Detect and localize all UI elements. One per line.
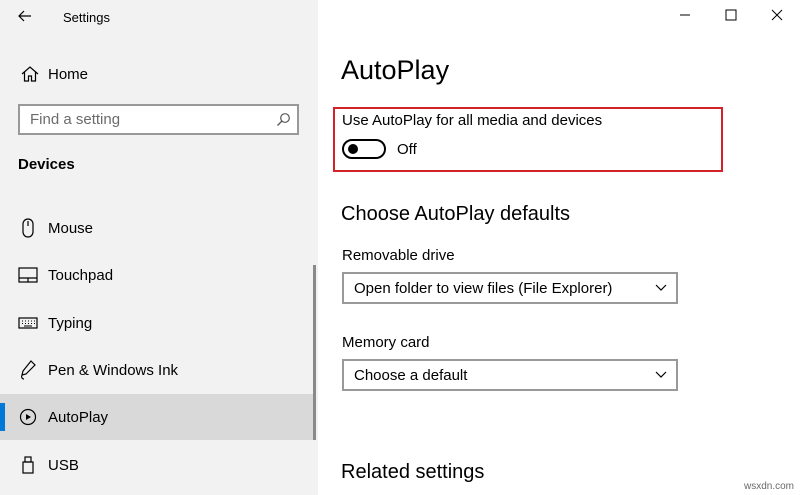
sidebar-item-label: Pen & Windows Ink	[48, 361, 179, 379]
keyboard-icon	[16, 317, 40, 329]
chevron-down-icon	[646, 284, 676, 292]
sidebar-item-label: Touchpad	[48, 266, 114, 284]
maximize-icon	[725, 8, 737, 26]
selection-indicator	[0, 403, 5, 431]
search-input[interactable]	[20, 105, 269, 134]
mouse-icon	[16, 218, 40, 238]
removable-drive-dropdown[interactable]: Open folder to view files (File Explorer…	[342, 272, 678, 304]
sidebar-item-label: Mouse	[48, 219, 94, 237]
removable-drive-label: Removable drive	[342, 247, 455, 264]
touchpad-icon	[16, 267, 40, 283]
sidebar-item-mouse[interactable]: Mouse	[0, 205, 316, 251]
search-icon[interactable]	[269, 112, 297, 127]
autoplay-icon	[16, 408, 40, 426]
sidebar: Settings Home Devices Mouse Touchpad	[0, 0, 318, 495]
defaults-heading: Choose AutoPlay defaults	[341, 203, 571, 225]
memory-card-label: Memory card	[342, 334, 430, 351]
settings-window: Settings Home Devices Mouse Touchpad	[0, 0, 800, 495]
sidebar-item-label: AutoPlay	[48, 408, 109, 426]
sidebar-item-pen-windows-ink[interactable]: Pen & Windows Ink	[0, 347, 316, 393]
sidebar-item-home[interactable]: Home	[10, 58, 310, 90]
minimize-icon	[679, 8, 691, 26]
close-button[interactable]	[754, 0, 800, 34]
sidebar-item-touchpad[interactable]: Touchpad	[0, 252, 316, 298]
page-title: AutoPlay	[341, 55, 450, 85]
back-arrow-icon	[18, 9, 32, 27]
related-settings-heading: Related settings	[341, 461, 485, 483]
pen-icon	[16, 360, 40, 380]
toggle-knob	[348, 144, 358, 154]
sidebar-item-usb[interactable]: USB	[0, 442, 316, 488]
back-button[interactable]	[8, 4, 42, 32]
maximize-button[interactable]	[708, 0, 754, 34]
watermark: wsxdn.com	[743, 481, 794, 492]
home-label: Home	[48, 65, 89, 83]
minimize-button[interactable]	[662, 0, 708, 34]
usb-icon	[16, 456, 40, 474]
memory-card-dropdown[interactable]: Choose a default	[342, 359, 678, 391]
toggle-state-label: Off	[397, 141, 417, 158]
sidebar-item-autoplay[interactable]: AutoPlay	[0, 394, 316, 440]
sidebar-scrollbar[interactable]	[313, 265, 316, 440]
sidebar-item-label: Typing	[48, 314, 93, 332]
close-icon	[771, 8, 783, 26]
autoplay-option-label: Use AutoPlay for all media and devices	[342, 112, 603, 129]
removable-drive-value: Open folder to view files (File Explorer…	[354, 279, 613, 297]
home-icon	[16, 66, 44, 82]
chevron-down-icon	[646, 371, 676, 379]
section-heading-devices: Devices	[18, 156, 75, 173]
memory-card-value: Choose a default	[354, 366, 468, 384]
search-box	[18, 104, 299, 135]
app-title: Settings	[63, 10, 110, 25]
sidebar-item-typing[interactable]: Typing	[0, 300, 316, 346]
sidebar-item-label: USB	[48, 456, 79, 474]
autoplay-toggle[interactable]	[342, 139, 386, 159]
